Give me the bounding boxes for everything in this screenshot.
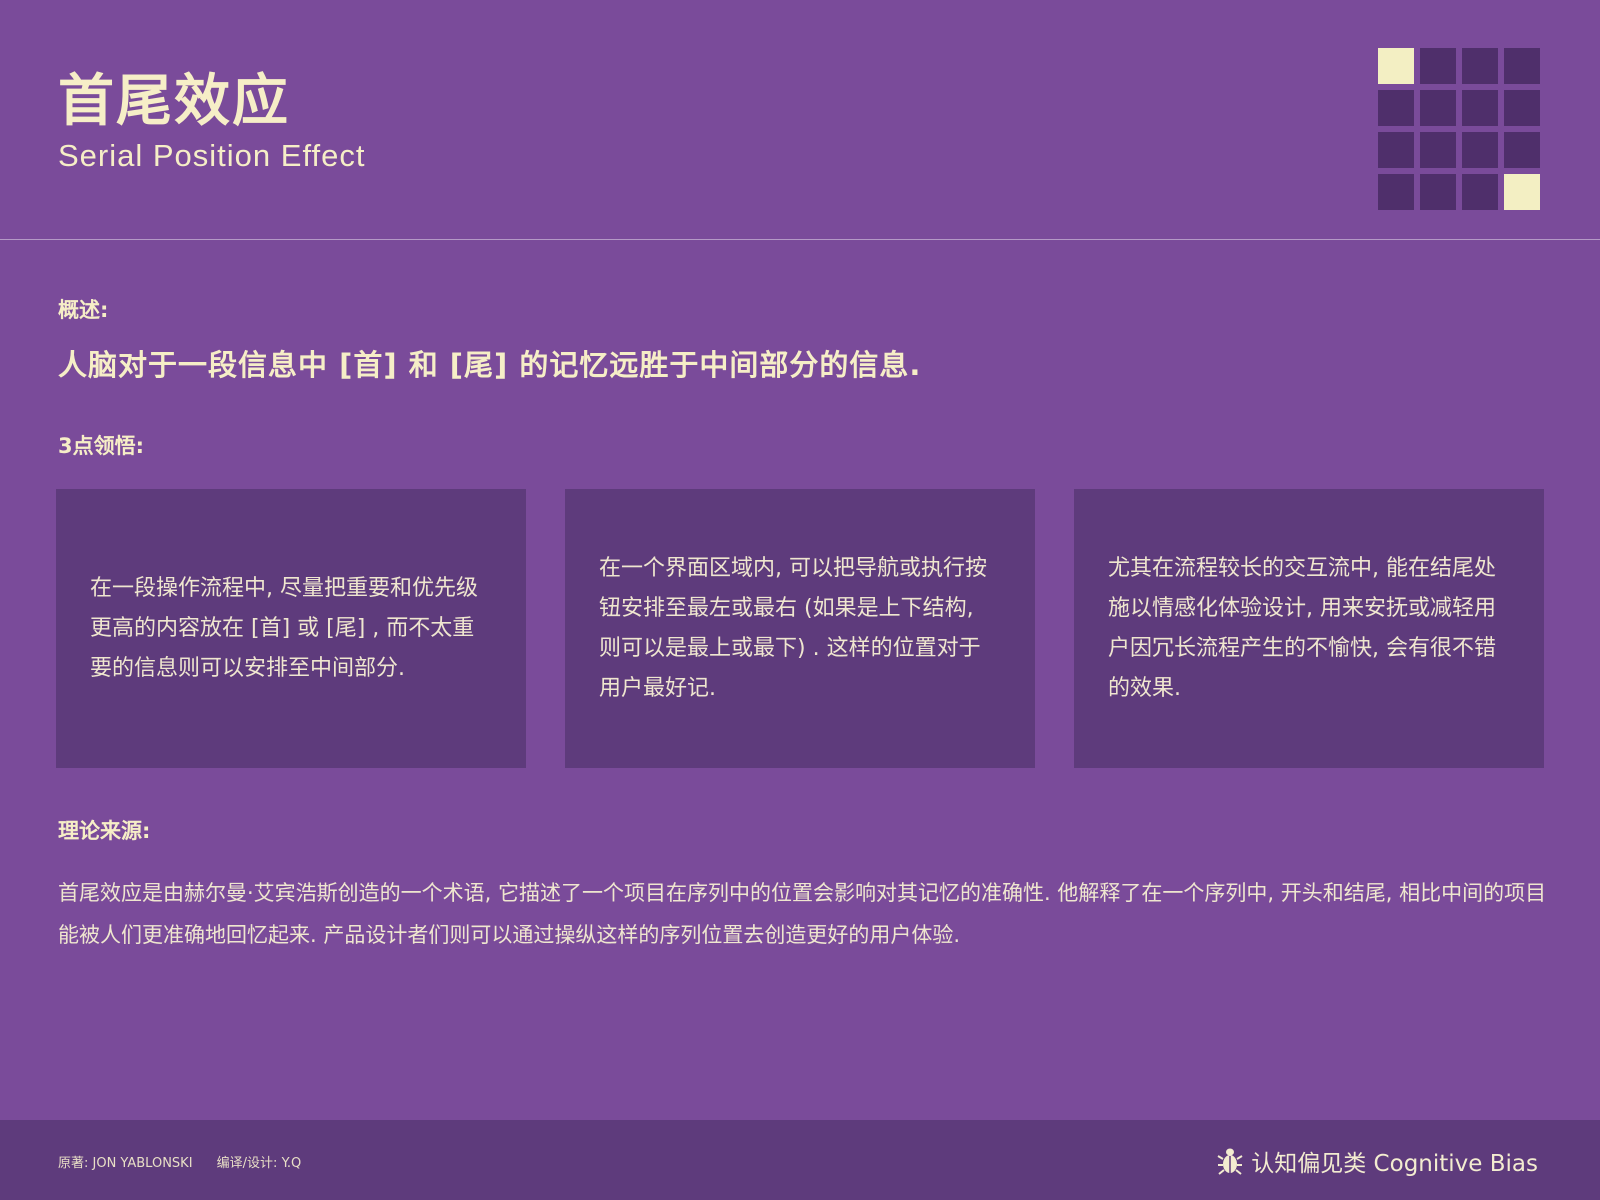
grid-cell xyxy=(1378,174,1414,210)
grid-cell xyxy=(1504,90,1540,126)
translator-credit: 编译/设计: Y.Q xyxy=(216,1156,302,1171)
overview-summary: 人脑对于一段信息中 [首] 和 [尾] 的记忆远胜于中间部分的信息. xyxy=(58,348,922,382)
brand-text: 认知偏见类 Cognitive Bias xyxy=(1251,1151,1538,1177)
grid-cell xyxy=(1462,90,1498,126)
grid-cell xyxy=(1504,174,1540,210)
grid-cell xyxy=(1504,48,1540,84)
decorative-grid-icon xyxy=(1378,48,1540,210)
header-divider xyxy=(0,239,1600,240)
credits: 原著: JON YABLONSKI 编译/设计: Y.Q xyxy=(58,1152,321,1171)
footer: 原著: JON YABLONSKI 编译/设计: Y.Q 认知偏见类 Cogni… xyxy=(0,1120,1600,1200)
grid-cell xyxy=(1462,174,1498,210)
theory-text: 首尾效应是由赫尔曼·艾宾浩斯创造的一个术语, 它描述了一个项目在序列中的位置会影… xyxy=(58,881,1547,947)
brand: 认知偏见类 Cognitive Bias xyxy=(1217,1144,1538,1178)
theory-label: 理论来源: xyxy=(58,819,151,843)
grid-cell xyxy=(1420,174,1456,210)
grid-cell xyxy=(1420,48,1456,84)
page-subtitle: Serial Position Effect xyxy=(58,138,366,173)
overview-label: 概述: xyxy=(58,298,109,322)
insight-card-text: 在一段操作流程中, 尽量把重要和优先级更高的内容放在 [首] 或 [尾] , 而… xyxy=(90,575,478,681)
grid-cell xyxy=(1504,132,1540,168)
insight-card-text: 尤其在流程较长的交互流中, 能在结尾处施以情感化体验设计, 用来安抚或减轻用户因… xyxy=(1108,555,1496,701)
grid-cell xyxy=(1378,132,1414,168)
grid-cell xyxy=(1378,48,1414,84)
insight-card-3: 尤其在流程较长的交互流中, 能在结尾处施以情感化体验设计, 用来安抚或减轻用户因… xyxy=(1074,489,1544,768)
author-credit: 原著: JON YABLONSKI xyxy=(58,1156,193,1171)
grid-cell xyxy=(1462,48,1498,84)
insight-card-2: 在一个界面区域内, 可以把导航或执行按钮安排至最左或最右 (如果是上下结构, 则… xyxy=(565,489,1035,768)
insights-label: 3点领悟: xyxy=(58,434,145,458)
grid-cell xyxy=(1462,132,1498,168)
header: 首尾效应 Serial Position Effect xyxy=(0,0,1600,240)
grid-cell xyxy=(1420,90,1456,126)
insight-card-text: 在一个界面区域内, 可以把导航或执行按钮安排至最左或最右 (如果是上下结构, 则… xyxy=(599,555,987,701)
bug-icon xyxy=(1217,1148,1243,1175)
grid-cell xyxy=(1378,90,1414,126)
page-title: 首尾效应 xyxy=(58,69,290,134)
grid-cell xyxy=(1420,132,1456,168)
insight-card-1: 在一段操作流程中, 尽量把重要和优先级更高的内容放在 [首] 或 [尾] , 而… xyxy=(56,489,526,768)
